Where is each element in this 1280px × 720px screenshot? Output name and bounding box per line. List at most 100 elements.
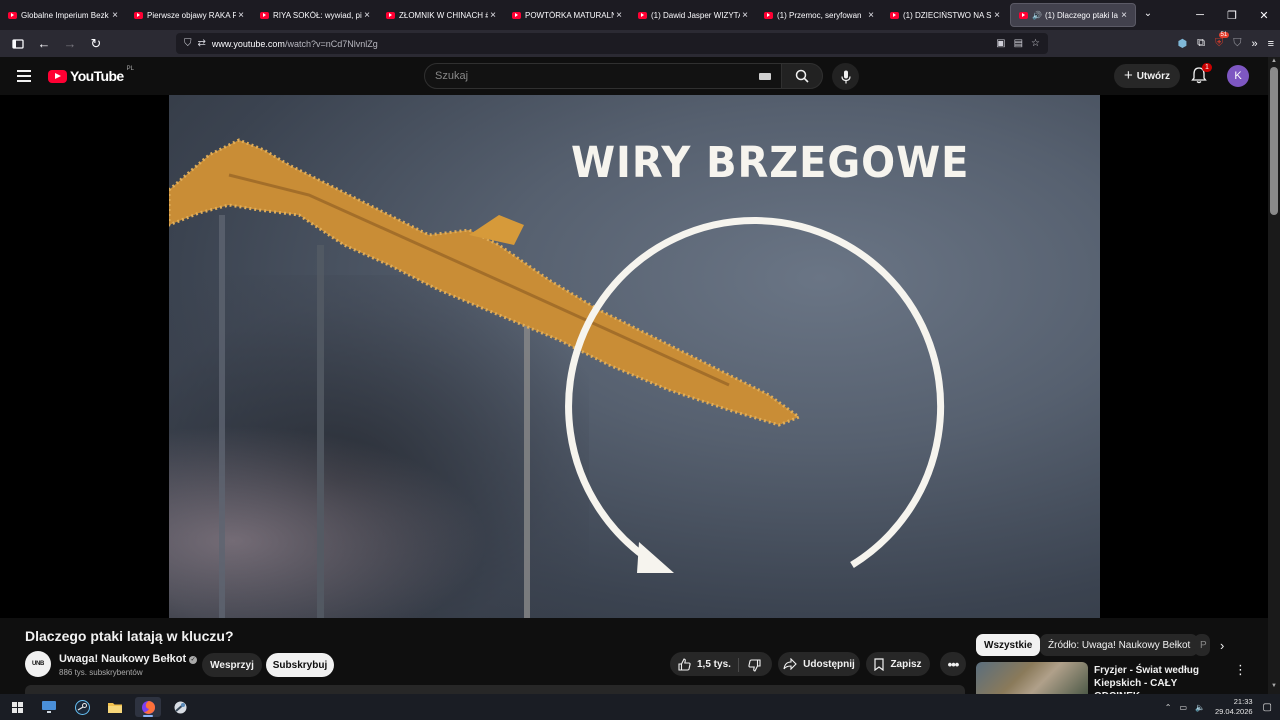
youtube-favicon-icon: [638, 11, 647, 19]
bookmark-star-icon[interactable]: ☆: [1031, 38, 1040, 49]
like-count: 1,5 tys.: [697, 658, 731, 670]
restore-icon[interactable]: ❐: [1216, 0, 1248, 30]
account-avatar[interactable]: K: [1227, 65, 1249, 87]
monitor-app-icon[interactable]: [36, 697, 62, 717]
search-button[interactable]: [781, 63, 823, 89]
close-tab-icon[interactable]: ×: [1119, 10, 1129, 21]
plus-icon: +: [1123, 66, 1133, 84]
chip-all[interactable]: Wszystkie: [976, 634, 1041, 656]
privacy-shield-icon[interactable]: ⛉: [1233, 37, 1241, 50]
youtube-favicon-icon: [260, 11, 269, 19]
vpn-shield-icon[interactable]: ⬢: [1177, 37, 1187, 50]
minimize-icon[interactable]: ─: [1184, 0, 1216, 30]
tab-list-chevron-icon[interactable]: ⌄: [1140, 8, 1156, 22]
forward-icon[interactable]: →: [58, 32, 82, 56]
recommendation-thumbnail[interactable]: [976, 662, 1088, 694]
more-tools-chevron-icon[interactable]: »: [1251, 38, 1257, 50]
thumbs-up-icon: [678, 657, 691, 671]
url-host: www.youtube.com: [211, 38, 285, 49]
speaker-icon[interactable]: 🔊: [1032, 11, 1042, 20]
dislike-button[interactable]: [744, 658, 764, 672]
ublock-icon[interactable]: ⛨ 51: [1215, 32, 1230, 50]
close-tab-icon[interactable]: ×: [236, 10, 246, 21]
browser-tab[interactable]: ZŁOMNIK W CHINACH # ×: [378, 0, 504, 30]
channel-avatar[interactable]: UNB: [25, 651, 51, 677]
youtube-masthead: YouTube PL Szukaj + Utwórz 1 K: [0, 57, 1268, 95]
subscribe-button[interactable]: Subskrybuj: [266, 653, 334, 677]
tray-overflow-icon[interactable]: ⌃: [1165, 703, 1172, 712]
system-clock[interactable]: 21:33 29.04.2026: [1215, 697, 1253, 717]
notification-count: 1: [1202, 63, 1212, 72]
scroll-up-icon[interactable]: ▲: [1270, 58, 1278, 64]
voice-search-button[interactable]: [832, 63, 859, 90]
reload-icon[interactable]: ↻: [84, 32, 108, 56]
sidebar-toggle-icon[interactable]: [6, 32, 30, 56]
video-player[interactable]: WIRY BRZEGOWE: [0, 95, 1268, 618]
tab-title: ZŁOMNIK W CHINACH #: [399, 10, 488, 20]
support-button[interactable]: Wesprzyj: [202, 653, 262, 677]
scrollbar-thumb[interactable]: [1270, 67, 1278, 215]
chip-source-channel[interactable]: Źródło: Uwaga! Naukowy Bełkot: [1040, 634, 1199, 656]
search-input[interactable]: Szukaj: [424, 63, 782, 89]
chips-next-icon[interactable]: ›: [1220, 638, 1224, 653]
guide-menu-icon[interactable]: [17, 70, 31, 82]
share-label: Udostępnij: [803, 658, 855, 670]
search-placeholder: Szukaj: [435, 70, 469, 82]
close-tab-icon[interactable]: ×: [740, 10, 750, 21]
browser-tab-active[interactable]: 🔊 (1) Dlaczego ptaki la ×: [1010, 3, 1136, 27]
close-window-icon[interactable]: ✕: [1248, 0, 1280, 30]
video-frame[interactable]: WIRY BRZEGOWE: [169, 95, 1100, 618]
chip-more[interactable]: P: [1194, 634, 1210, 656]
extensions-puzzle-icon[interactable]: ⧉: [1197, 37, 1205, 50]
back-icon[interactable]: ←: [32, 32, 56, 56]
share-button[interactable]: Udostępnij: [778, 652, 860, 676]
browser-tab[interactable]: POWTÓRKA MATURALN ×: [504, 0, 630, 30]
search-icon: [795, 69, 809, 83]
browser-tab[interactable]: (1) Przemoc, seryfowan ×: [756, 0, 882, 30]
channel-name[interactable]: Uwaga! Naukowy Bełkot ✓: [59, 653, 198, 665]
url-bar[interactable]: ⛉ ⇄ www.youtube.com/watch?v=nCd7NlvnlZg …: [176, 33, 1048, 54]
close-tab-icon[interactable]: ×: [614, 10, 624, 21]
page-scrollbar[interactable]: ▲ ▼: [1268, 57, 1280, 694]
shield-icon[interactable]: ⛉: [184, 38, 192, 49]
app-icon[interactable]: [167, 697, 193, 717]
browser-tab[interactable]: Globalne Imperium Bezk ×: [0, 0, 126, 30]
save-button[interactable]: Zapisz: [866, 652, 930, 676]
recommendation-menu-icon[interactable]: ⋮: [1234, 662, 1247, 678]
youtube-logo[interactable]: YouTube PL: [48, 66, 134, 84]
microphone-icon: [840, 70, 851, 83]
notifications-button[interactable]: 1: [1190, 63, 1212, 86]
like-dislike-divider: [738, 658, 739, 672]
create-button[interactable]: + Utwórz: [1114, 64, 1180, 88]
more-actions-button[interactable]: •••: [940, 652, 966, 676]
tab-title: (1) Dawid Jasper WIZYTA: [651, 10, 740, 20]
network-icon[interactable]: ▭: [1179, 703, 1187, 712]
picture-in-picture-icon[interactable]: ▣: [996, 38, 1005, 49]
firefox-icon[interactable]: [135, 697, 161, 717]
youtube-favicon-icon: [890, 11, 899, 19]
description-box[interactable]: [25, 685, 965, 694]
close-tab-icon[interactable]: ×: [110, 10, 120, 21]
permissions-icon[interactable]: ⇄: [198, 38, 206, 49]
url-text: www.youtube.com/watch?v=nCd7NlvnlZg: [212, 39, 996, 49]
windows-start-icon[interactable]: [4, 697, 30, 717]
browser-tab[interactable]: (1) Dawid Jasper WIZYTA ×: [630, 0, 756, 30]
chip-label: Źródło: Uwaga! Naukowy Bełkot: [1048, 639, 1191, 651]
app-menu-icon[interactable]: ≡: [1268, 38, 1274, 50]
steam-icon[interactable]: [69, 697, 95, 717]
volume-icon[interactable]: 🔈: [1195, 703, 1205, 712]
notification-center-icon[interactable]: ▢: [1263, 702, 1272, 713]
window-controls: ─ ❐ ✕: [1184, 0, 1280, 30]
browser-tab[interactable]: Pierwsze objawy RAKA P ×: [126, 0, 252, 30]
close-tab-icon[interactable]: ×: [362, 10, 372, 21]
reader-view-icon[interactable]: ▤: [1014, 38, 1023, 49]
close-tab-icon[interactable]: ×: [992, 10, 1002, 21]
youtube-play-icon: [48, 69, 67, 83]
browser-tab[interactable]: (1) DZIECIŃSTWO NA SP ×: [882, 0, 1008, 30]
close-tab-icon[interactable]: ×: [488, 10, 498, 21]
keyboard-icon[interactable]: [759, 72, 771, 80]
scroll-down-icon[interactable]: ▼: [1270, 683, 1278, 689]
file-explorer-icon[interactable]: [102, 697, 128, 717]
close-tab-icon[interactable]: ×: [866, 10, 876, 21]
browser-tab[interactable]: RIYA SOKÓŁ: wywiad, pie ×: [252, 0, 378, 30]
